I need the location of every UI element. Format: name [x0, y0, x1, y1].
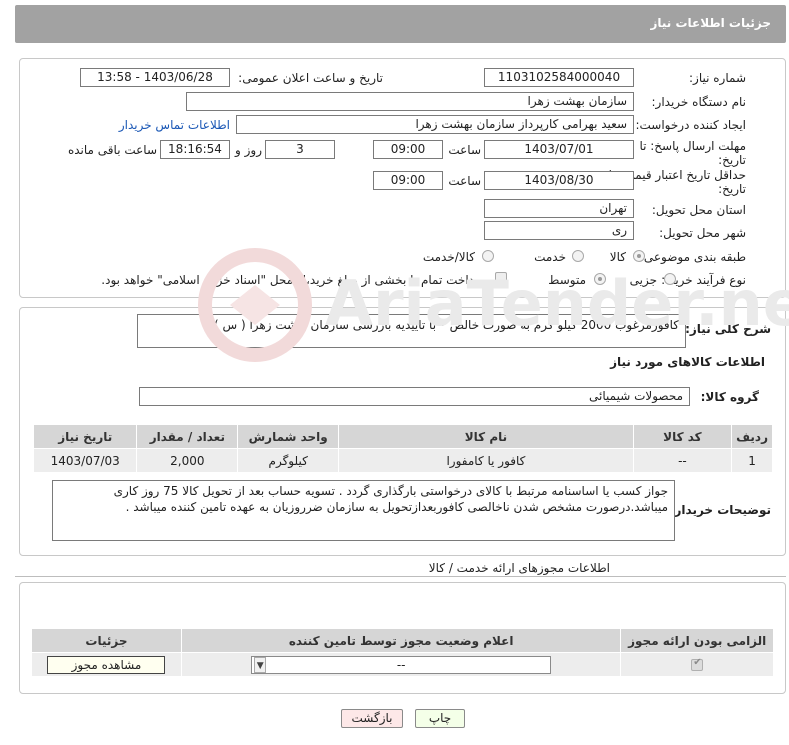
province-field: تهران	[484, 199, 634, 218]
table-row: 1 -- کافور یا کامفورا کیلوگرم 2,000 1403…	[32, 448, 773, 473]
cell-row: 1	[731, 448, 773, 473]
cell-name: کافور یا کامفورا	[338, 448, 634, 473]
validity-time-field: 09:00	[373, 171, 443, 190]
remaining-time-label: ساعت باقی مانده	[67, 143, 157, 157]
creator-field: سعید بهرامی کارپرداز سازمان بهشت زهرا	[236, 115, 634, 134]
cell-unit: کیلوگرم	[237, 448, 340, 473]
deadline-time-field: 09:00	[373, 140, 443, 159]
validity-time-label: ساعت	[448, 174, 481, 188]
goods-table: ردیف کد کالا نام کالا واحد شمارش تعداد /…	[32, 424, 773, 473]
category-radio-goods-service[interactable]	[482, 250, 494, 262]
deadline-label: مهلت ارسال پاسخ: تا	[639, 139, 746, 153]
page-header: جزئیات اطلاعات نیاز	[15, 5, 786, 43]
validity-date-field: 1403/08/30	[484, 171, 634, 190]
permit-status-value: --	[396, 657, 406, 672]
city-label: شهر محل تحویل:	[659, 226, 746, 240]
buyer-org-label: نام دستگاه خریدار:	[651, 95, 747, 109]
chevron-down-icon: ▼	[254, 656, 267, 673]
cell-date: 1403/07/03	[32, 448, 138, 473]
buyer-notes-field: جواز کسب یا اساسنامه مرتبط با کالای درخو…	[52, 480, 675, 541]
page-title: جزئیات اطلاعات نیاز	[650, 16, 771, 30]
category-option-goods: کالا	[609, 250, 626, 264]
permits-table-header: الزامی بودن ارائه مجوز اعلام وضعیت مجوز …	[31, 628, 774, 653]
permits-title: اطلاعات مجوزهای ارائه خدمت / کالا	[428, 561, 610, 575]
view-permit-button[interactable]: مشاهده مجوز	[47, 655, 166, 674]
city-field: ری	[484, 221, 634, 240]
category-radio-service[interactable]	[572, 250, 584, 262]
buyer-org-field: سازمان بهشت زهرا	[186, 92, 634, 111]
buyer-contact-link[interactable]: اطلاعات تماس خریدار	[119, 118, 230, 132]
category-option-goods-service: کالا/خدمت	[422, 250, 475, 264]
process-option-medium: متوسط	[548, 273, 586, 287]
days-label: روز و	[235, 143, 262, 157]
announce-date-field: 1403/06/28 - 13:58	[80, 68, 230, 87]
need-number-label: شماره نیاز:	[689, 71, 746, 85]
cell-qty: 2,000	[136, 448, 239, 473]
deadline-date-label: تاریخ:	[718, 153, 746, 167]
back-button[interactable]: بازگشت	[341, 709, 403, 728]
need-number-field: 1103102584000040	[484, 68, 634, 87]
treasury-payment-note: پرداخت تمام یا بخشی از مبلغ خرید،از محل …	[101, 273, 484, 287]
process-radio-minor[interactable]	[664, 273, 676, 285]
cell-permit-details: مشاهده مجوز	[31, 652, 182, 677]
permits-divider	[15, 576, 786, 577]
deadline-time-label: ساعت	[448, 143, 481, 157]
check-icon: ✔	[693, 657, 702, 668]
goods-info-title: اطلاعات کالاهای مورد نیاز	[610, 355, 765, 369]
cell-permit-status: -- ▼	[180, 652, 622, 677]
category-radio-goods[interactable]	[633, 250, 645, 262]
cell-code: --	[632, 448, 733, 473]
col-name: نام کالا	[338, 424, 634, 449]
cell-permit-required: ✔	[620, 652, 774, 677]
creator-label: ایجاد کننده درخواست:	[635, 118, 746, 132]
print-button[interactable]: چاپ	[415, 709, 465, 728]
permit-status-select[interactable]: -- ▼	[251, 655, 552, 674]
process-radio-medium[interactable]	[594, 273, 606, 285]
validity-date-label: تاریخ:	[718, 182, 746, 196]
deadline-date-field: 1403/07/01	[484, 140, 634, 159]
buyer-notes-label: توضیحات خریدار:	[669, 503, 771, 517]
description-label: شرح کلی نیاز:	[685, 322, 771, 336]
col-date: تاریخ نیاز	[32, 424, 138, 449]
col-row: ردیف	[731, 424, 773, 449]
col-permit-status: اعلام وضعیت مجوز توسط تامین کننده	[180, 628, 622, 653]
treasury-payment-checkbox[interactable]	[495, 272, 507, 284]
table-row: ✔ -- ▼ مشاهده مجوز	[31, 652, 774, 677]
province-label: استان محل تحویل:	[651, 203, 746, 217]
description-field: کافورمرغوب 2000 کیلو گرم به صورت خالص * …	[137, 314, 686, 348]
permit-required-checkbox: ✔	[691, 657, 704, 671]
col-code: کد کالا	[632, 424, 733, 449]
category-label: طبقه بندی موضوعی:	[639, 250, 746, 264]
remaining-days-field: 3	[265, 140, 335, 159]
permits-table: الزامی بودن ارائه مجوز اعلام وضعیت مجوز …	[31, 628, 774, 677]
remaining-time-field: 18:16:54	[160, 140, 230, 159]
announce-date-label: تاریخ و ساعت اعلان عمومی:	[238, 71, 383, 85]
col-unit: واحد شمارش	[237, 424, 340, 449]
goods-group-field: محصولات شیمیائی	[139, 387, 690, 406]
goods-group-label: گروه کالا:	[700, 390, 759, 404]
col-qty: تعداد / مقدار	[136, 424, 239, 449]
col-permit-required: الزامی بودن ارائه مجوز	[620, 628, 774, 653]
category-option-service: خدمت	[534, 250, 566, 264]
process-option-minor: جزیی	[629, 273, 657, 287]
goods-table-header: ردیف کد کالا نام کالا واحد شمارش تعداد /…	[32, 424, 773, 449]
col-permit-details: جزئیات	[31, 628, 182, 653]
